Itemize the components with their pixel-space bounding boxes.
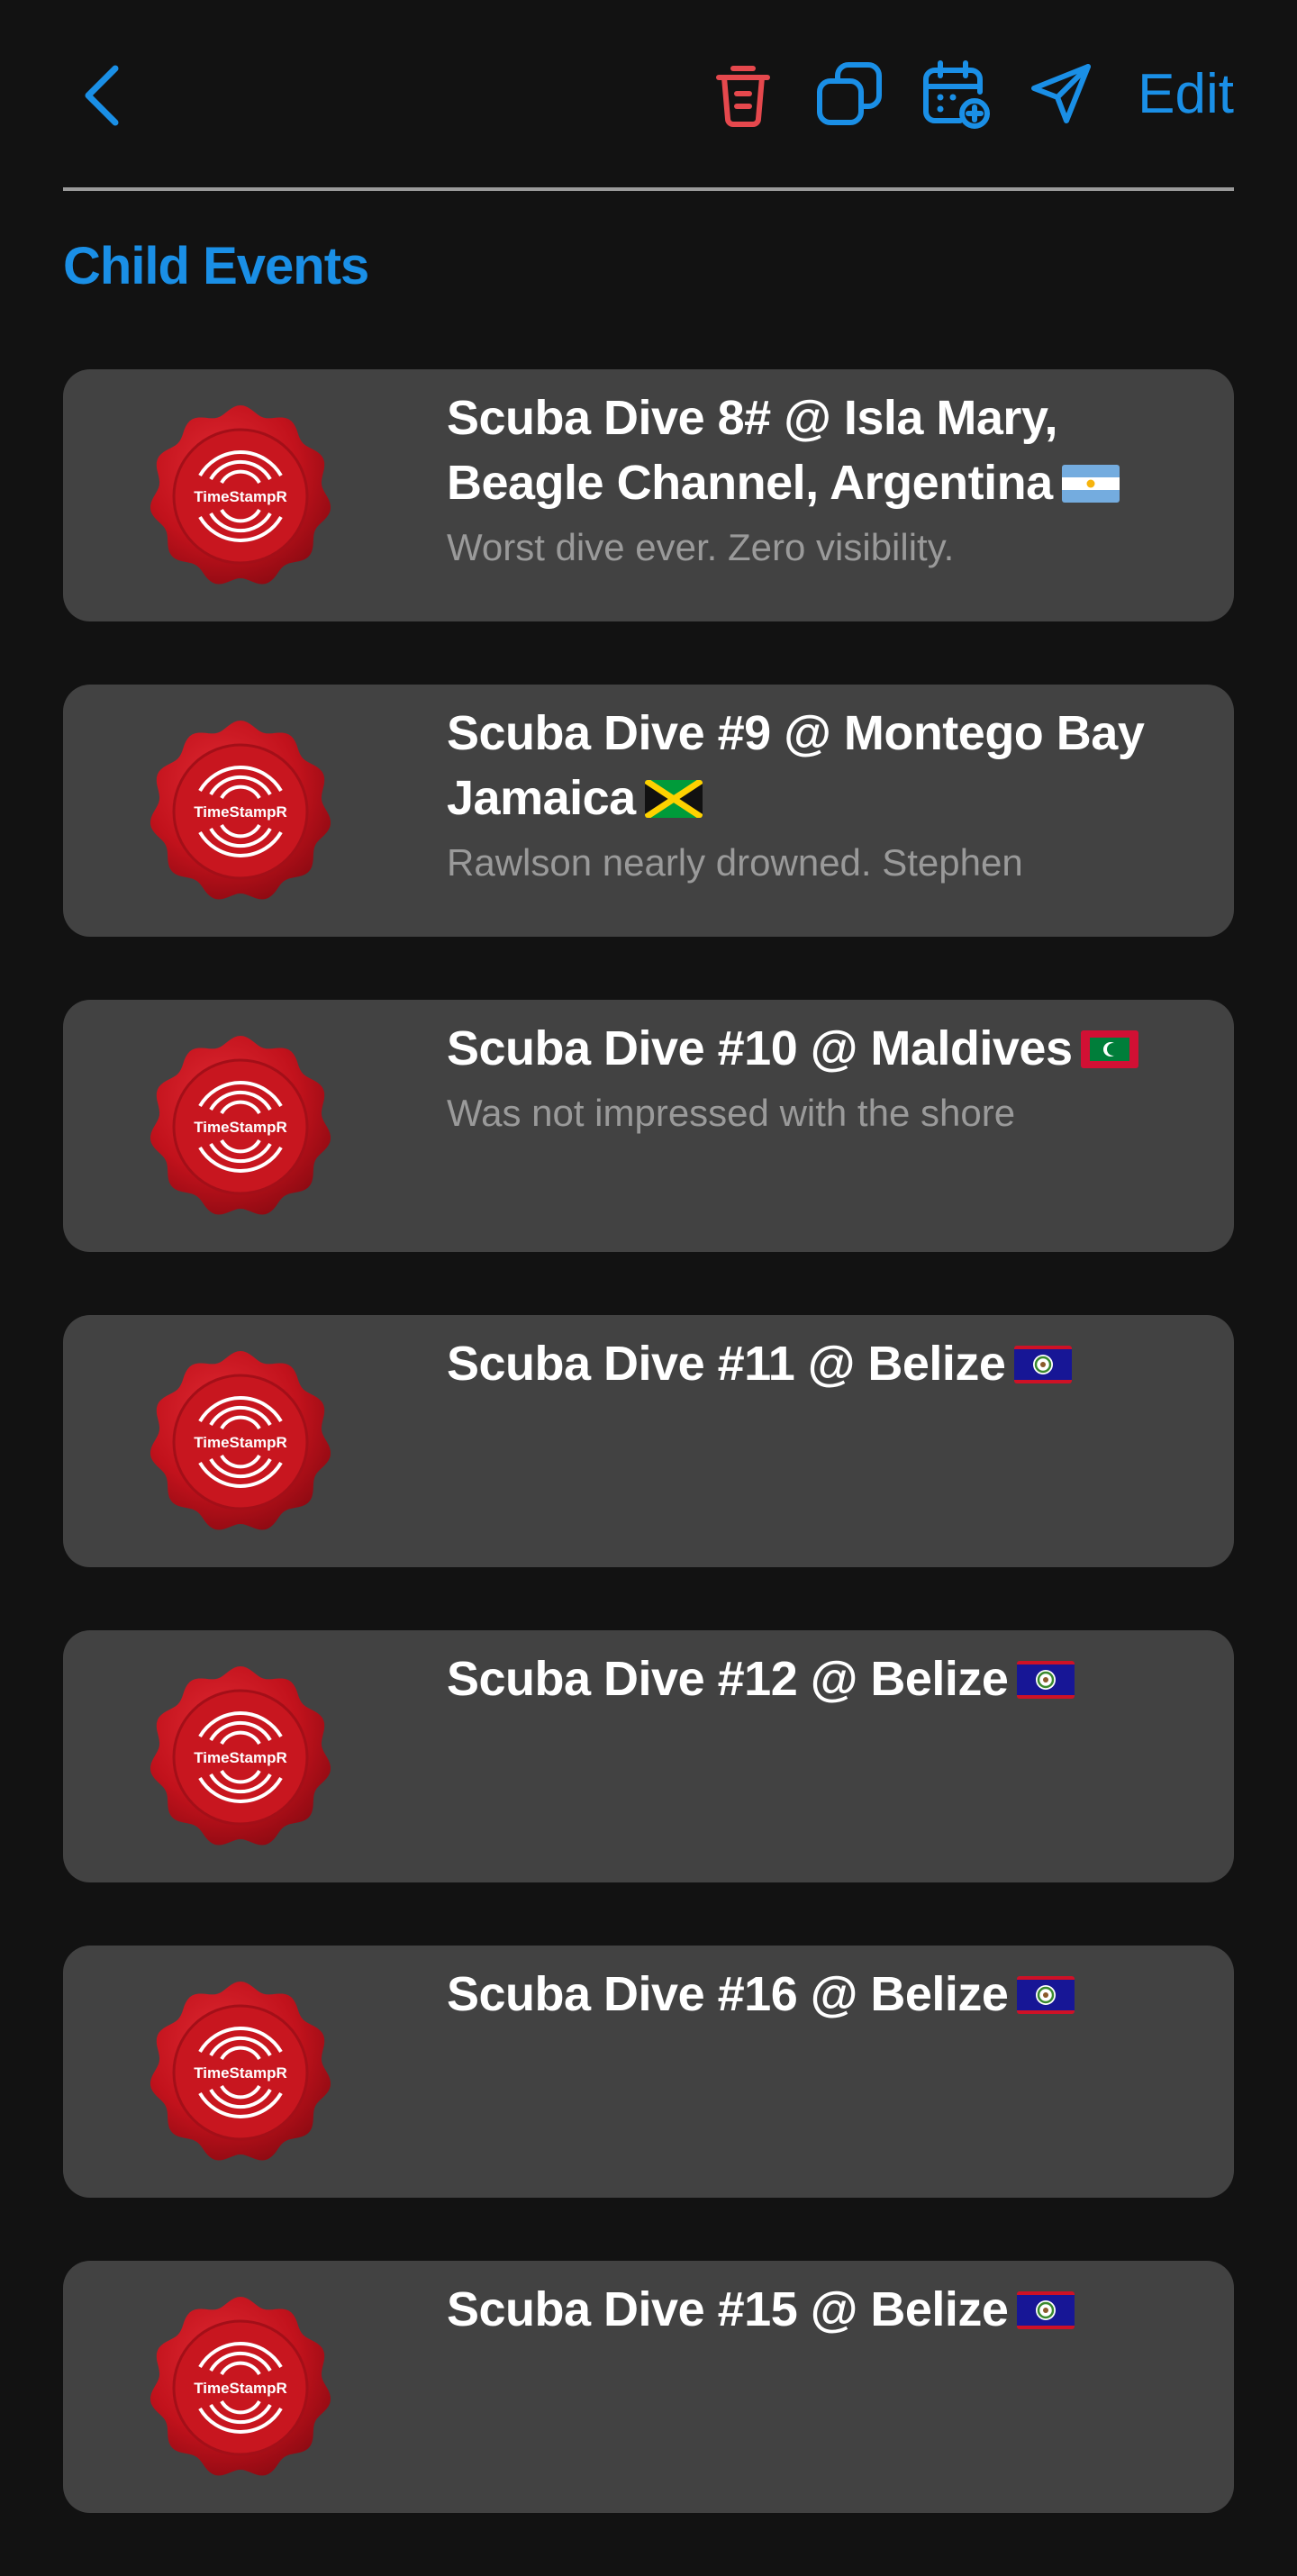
event-title-text: Scuba Dive #9 @ Montego Bay Jamaica bbox=[447, 706, 1145, 825]
event-card[interactable]: TimeStampR Scuba Dive #12 @ Belize bbox=[63, 1630, 1234, 1882]
wax-seal-icon: TimeStampR bbox=[146, 1347, 335, 1537]
event-note: Worst dive ever. Zero visibility. bbox=[447, 526, 955, 568]
event-title: Scuba Dive #11 @ Belize bbox=[447, 1331, 1185, 1396]
seal-label: TimeStampR bbox=[194, 2380, 287, 2397]
event-card[interactable]: TimeStampR Scuba Dive 8# @ Isla Mary, Be… bbox=[63, 369, 1234, 621]
duplicate-button[interactable] bbox=[812, 58, 886, 132]
event-card[interactable]: TimeStampR Scuba Dive #10 @ Maldives Was … bbox=[63, 1000, 1234, 1252]
seal-label: TimeStampR bbox=[194, 1749, 287, 1766]
seal-label: TimeStampR bbox=[194, 1119, 287, 1136]
event-card[interactable]: TimeStampR Scuba Dive #9 @ Montego Bay J… bbox=[63, 685, 1234, 937]
wax-seal-icon: TimeStampR bbox=[146, 1663, 335, 1852]
chevron-left-icon bbox=[85, 65, 119, 126]
argentina-flag-icon bbox=[1061, 465, 1120, 503]
event-title-text: Scuba Dive 8# @ Isla Mary, Beagle Channe… bbox=[447, 391, 1057, 510]
send-icon bbox=[1031, 64, 1091, 123]
event-card[interactable]: TimeStampR Scuba Dive #15 @ Belize bbox=[63, 2261, 1234, 2513]
event-note: Rawlson nearly drowned. Stephen bbox=[447, 841, 1023, 884]
event-title: Scuba Dive #12 @ Belize bbox=[447, 1646, 1185, 1711]
event-note: Was not impressed with the shore bbox=[447, 1092, 1016, 1134]
event-text: Scuba Dive #11 @ Belize bbox=[447, 1331, 1185, 1401]
calendar-add-icon bbox=[923, 60, 990, 129]
belize-flag-icon bbox=[1017, 1661, 1075, 1699]
maldives-flag-icon bbox=[1081, 1030, 1139, 1068]
jamaica-flag-icon bbox=[644, 780, 703, 818]
section-title: Child Events bbox=[63, 237, 369, 295]
seal-label: TimeStampR bbox=[194, 803, 287, 821]
event-text: Scuba Dive #9 @ Montego Bay Jamaica Rawls… bbox=[447, 701, 1185, 890]
event-title-text: Scuba Dive #10 @ Maldives bbox=[447, 1021, 1073, 1075]
delete-button[interactable] bbox=[706, 58, 780, 132]
event-text: Scuba Dive 8# @ Isla Mary, Beagle Channe… bbox=[447, 385, 1185, 575]
top-toolbar: Edit bbox=[63, 0, 1234, 191]
event-card[interactable]: TimeStampR Scuba Dive #11 @ Belize bbox=[63, 1315, 1234, 1567]
belize-flag-icon bbox=[1017, 1976, 1075, 2014]
add-to-calendar-button[interactable] bbox=[919, 58, 993, 132]
seal-label: TimeStampR bbox=[194, 1434, 287, 1451]
event-title-text: Scuba Dive #11 @ Belize bbox=[447, 1337, 1006, 1391]
edit-button[interactable]: Edit bbox=[1138, 58, 1234, 132]
seal-label: TimeStampR bbox=[194, 488, 287, 505]
trash-icon bbox=[716, 66, 770, 127]
event-title-text: Scuba Dive #12 @ Belize bbox=[447, 1652, 1009, 1706]
wax-seal-icon: TimeStampR bbox=[146, 1032, 335, 1221]
back-button[interactable] bbox=[76, 59, 126, 132]
copy-icon bbox=[817, 62, 882, 125]
wax-seal-icon: TimeStampR bbox=[146, 717, 335, 906]
event-title: Scuba Dive #9 @ Montego Bay Jamaica bbox=[447, 701, 1185, 830]
event-text: Scuba Dive #16 @ Belize bbox=[447, 1962, 1185, 2032]
belize-flag-icon bbox=[1017, 2291, 1075, 2329]
event-title: Scuba Dive #16 @ Belize bbox=[447, 1962, 1185, 2027]
wax-seal-icon: TimeStampR bbox=[146, 2293, 335, 2482]
event-card[interactable]: TimeStampR Scuba Dive #16 @ Belize bbox=[63, 1946, 1234, 2198]
event-title: Scuba Dive #15 @ Belize bbox=[447, 2277, 1185, 2342]
event-title: Scuba Dive 8# @ Isla Mary, Beagle Channe… bbox=[447, 385, 1185, 515]
event-text: Scuba Dive #12 @ Belize bbox=[447, 1646, 1185, 1717]
event-title: Scuba Dive #10 @ Maldives bbox=[447, 1016, 1185, 1081]
belize-flag-icon bbox=[1014, 1346, 1073, 1383]
wax-seal-icon: TimeStampR bbox=[146, 402, 335, 591]
seal-label: TimeStampR bbox=[194, 2064, 287, 2082]
share-button[interactable] bbox=[1025, 58, 1099, 132]
child-events-list: TimeStampR Scuba Dive 8# @ Isla Mary, Be… bbox=[63, 369, 1234, 2576]
event-text: Scuba Dive #10 @ Maldives Was not impress… bbox=[447, 1016, 1185, 1140]
event-title-text: Scuba Dive #15 @ Belize bbox=[447, 2282, 1009, 2336]
event-title-text: Scuba Dive #16 @ Belize bbox=[447, 1967, 1009, 2021]
wax-seal-icon: TimeStampR bbox=[146, 1978, 335, 2167]
event-text: Scuba Dive #15 @ Belize bbox=[447, 2277, 1185, 2347]
